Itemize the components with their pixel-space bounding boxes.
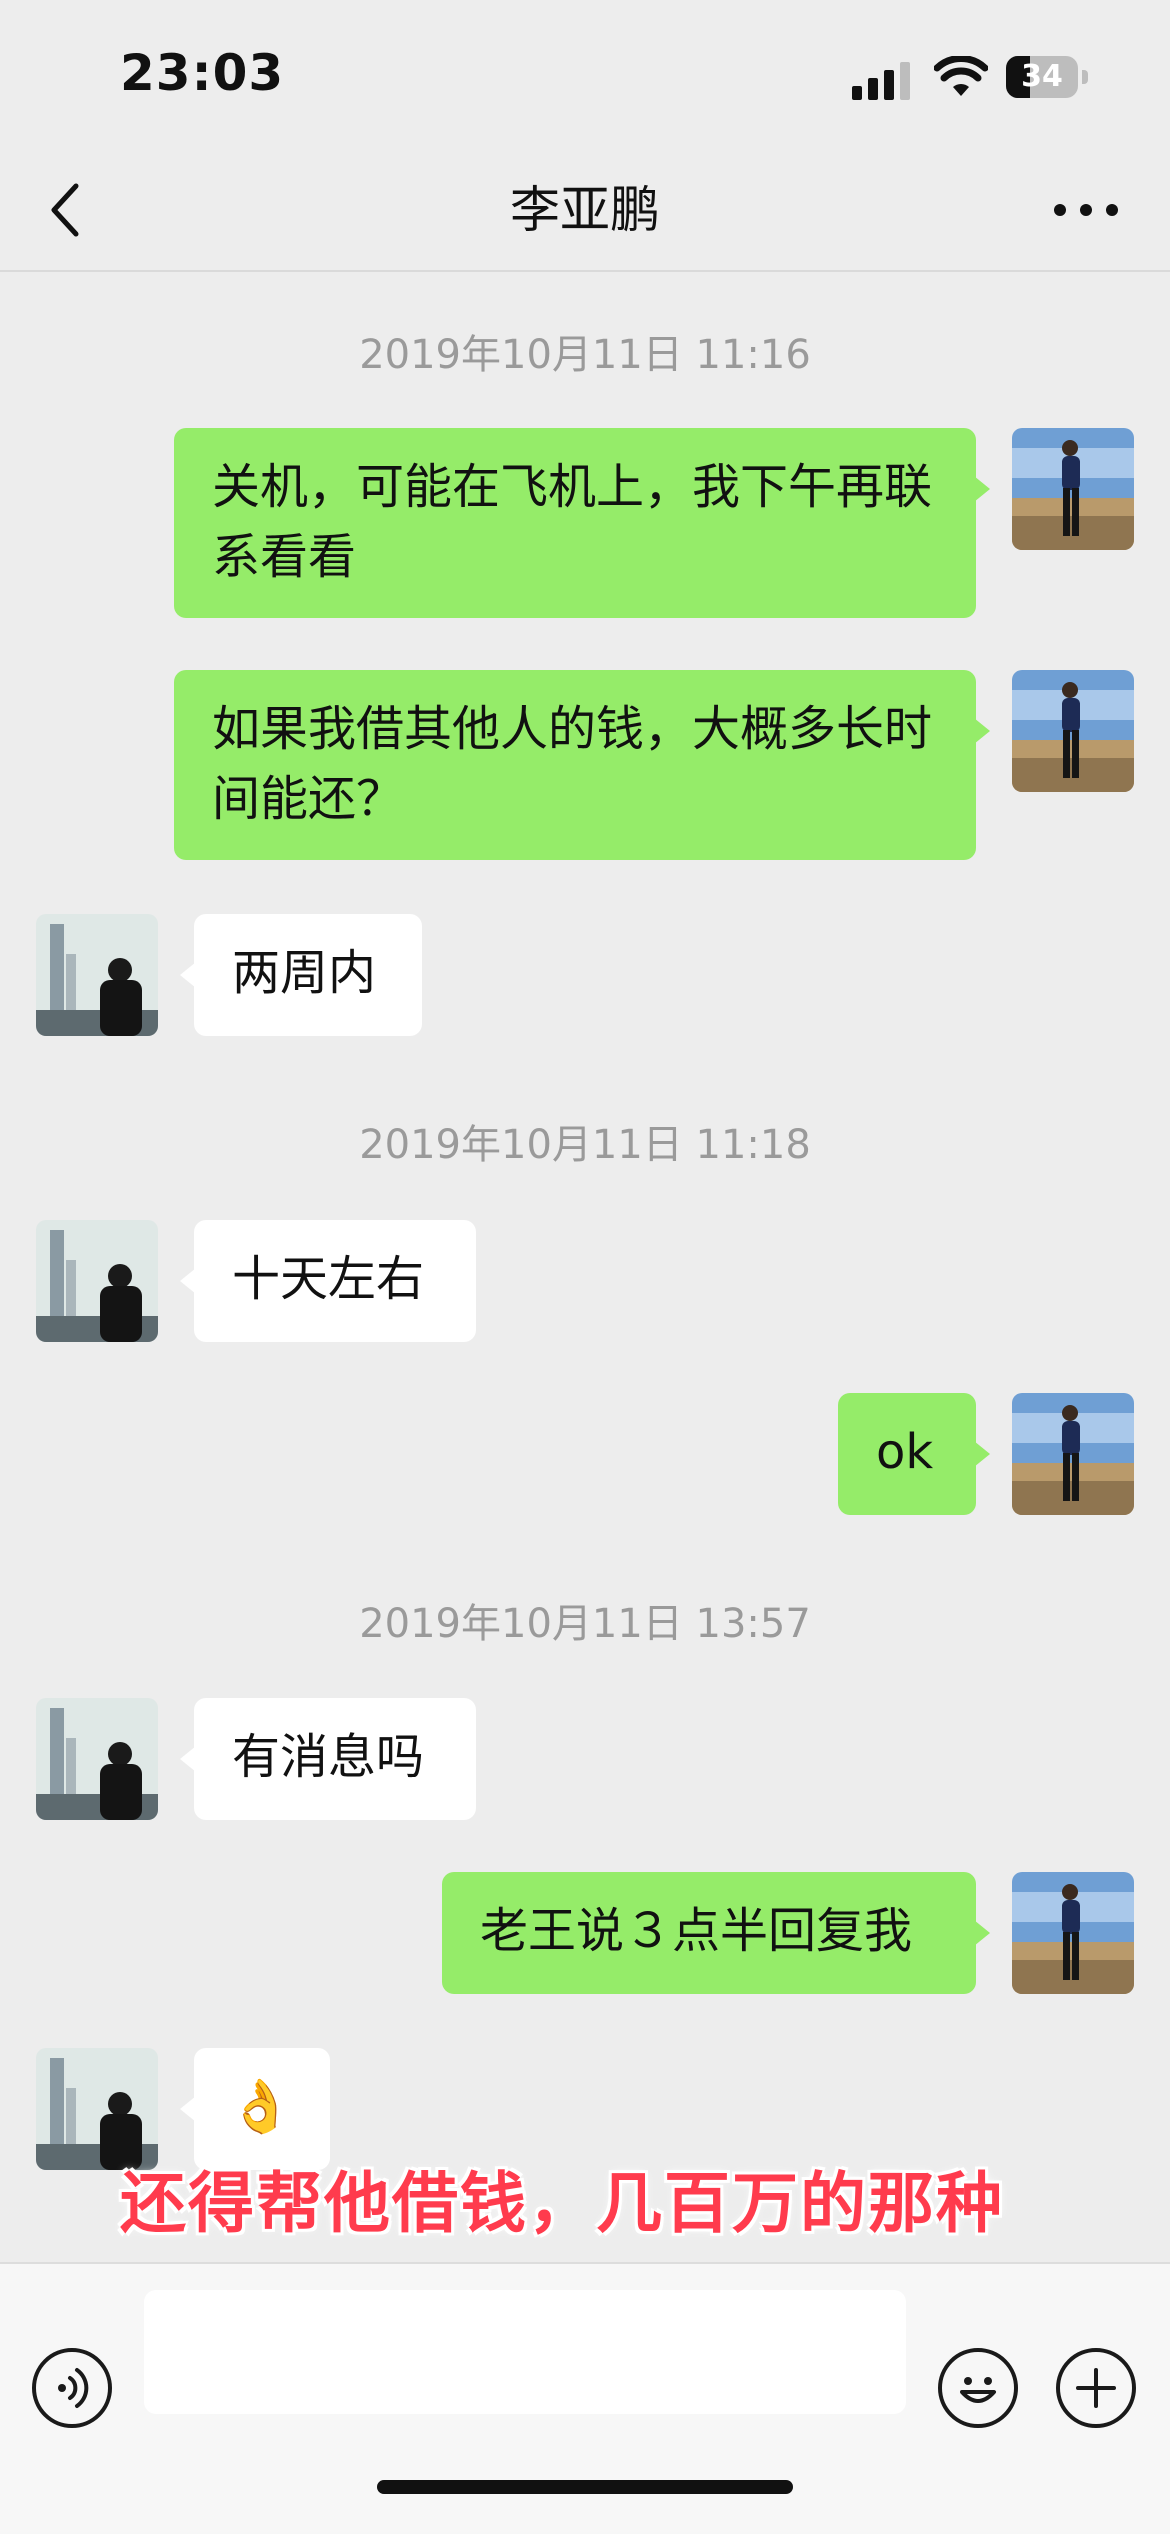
my-avatar[interactable] [1012,1872,1134,1994]
emoji-icon [960,2377,996,2403]
back-button[interactable] [34,172,104,248]
contact-avatar-image [36,1698,158,1820]
contact-avatar[interactable] [36,914,158,1036]
my-avatar[interactable] [1012,1393,1134,1515]
voice-button[interactable] [32,2348,112,2428]
home-indicator [377,2480,793,2494]
chat-header: 李亚鹏 [0,150,1170,272]
my-avatar-image [1012,1393,1134,1515]
status-time: 23:03 [120,44,285,102]
chevron-left-icon [51,183,79,237]
message-bubble-received[interactable]: 十天左右 [180,1220,476,1342]
contact-avatar-image [36,914,158,1036]
timestamp: 2019年10月11日 11:16 [359,332,811,378]
battery-body: 34 [1006,56,1078,98]
contact-avatar-image [36,1220,158,1342]
my-avatar-image [1012,670,1134,792]
plus-icon [1076,2368,1116,2408]
message-bubble-received[interactable]: 有消息吗 [180,1698,476,1820]
message-bubble-sent[interactable]: 如果我借其他人的钱，大概多长时间能还？ [174,670,990,860]
my-avatar[interactable] [1012,670,1134,792]
status-bar: 23:03 34 [0,0,1170,150]
contact-avatar[interactable] [36,1698,158,1820]
emoji-button[interactable] [938,2348,1018,2428]
my-avatar[interactable] [1012,428,1134,550]
my-avatar-image [1012,428,1134,550]
overlay-caption: 还得帮他借钱，几百万的那种 [120,2165,1004,2242]
cellular-signal-icon [852,62,910,100]
contact-avatar[interactable] [36,1220,158,1342]
my-avatar-image [1012,1872,1134,1994]
more-options-button[interactable] [1046,180,1126,240]
add-button[interactable] [1056,2348,1136,2428]
more-dots-icon [1054,204,1118,216]
message-input[interactable] [144,2290,906,2414]
battery-cap [1082,70,1088,84]
message-bubble-sent[interactable]: ok [838,1393,990,1515]
timestamp: 2019年10月11日 13:57 [359,1601,811,1647]
battery-percentage: 34 [1021,59,1063,94]
wifi-icon [934,56,988,96]
ok-hand-emoji: 👌 [228,2077,293,2137]
message-bubble-received[interactable]: 两周内 [180,914,422,1036]
chat-title: 李亚鹏 [510,181,660,239]
voice-icon [58,2368,89,2408]
battery-icon: 34 [1006,56,1090,98]
timestamp: 2019年10月11日 11:18 [359,1122,811,1168]
message-bubble-sent[interactable]: 老王说３点半回复我 [442,1872,990,1994]
message-bubble-sent[interactable]: 关机，可能在飞机上，我下午再联系看看 [174,428,990,618]
